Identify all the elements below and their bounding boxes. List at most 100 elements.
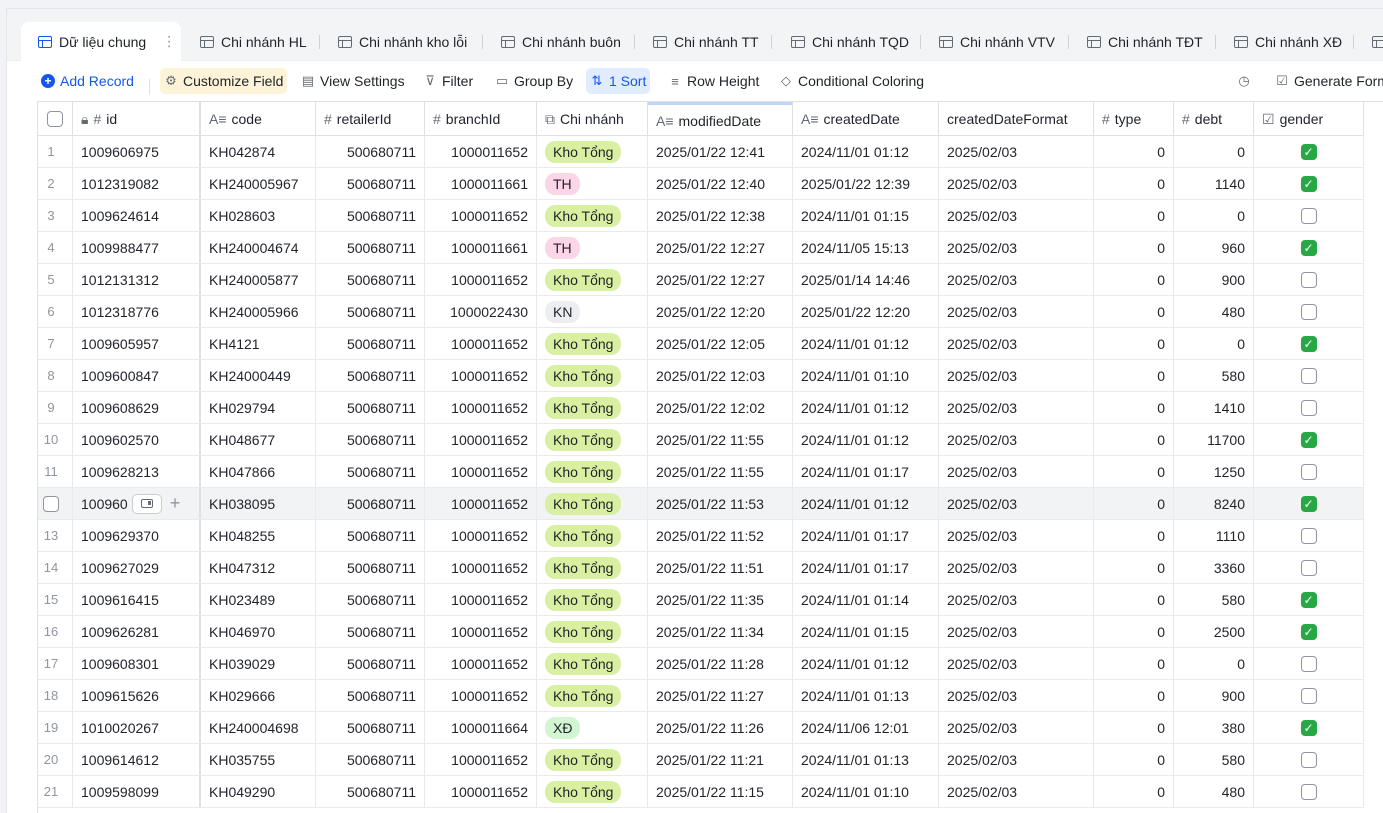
cell-branchid[interactable]: 1000011652 bbox=[425, 488, 537, 519]
cell-createddateformat[interactable]: 2025/02/03 bbox=[939, 744, 1094, 775]
cell-gender[interactable] bbox=[1254, 744, 1364, 775]
cell-branchid[interactable]: 1000011652 bbox=[425, 456, 537, 487]
cell-debt[interactable]: 11700 bbox=[1174, 424, 1254, 455]
cell-createddateformat[interactable]: 2025/02/03 bbox=[939, 712, 1094, 743]
generate-form-button[interactable]: ☑ Generate Form bbox=[1271, 68, 1383, 94]
cell-chi-nhanh[interactable]: Kho Tổng bbox=[537, 520, 648, 551]
cell-retailerid[interactable]: 500680711 bbox=[316, 488, 425, 519]
cell-code[interactable]: KH240004674 bbox=[201, 232, 316, 263]
unchecked-checkbox-icon[interactable] bbox=[1300, 207, 1317, 224]
cell-id[interactable]: 1009615626 bbox=[73, 680, 201, 711]
cell-debt[interactable]: 900 bbox=[1174, 680, 1254, 711]
cell-debt[interactable]: 0 bbox=[1174, 328, 1254, 359]
cell-code[interactable]: KH047866 bbox=[201, 456, 316, 487]
column-header-type[interactable]: # type bbox=[1094, 102, 1174, 136]
cell-code[interactable]: KH042874 bbox=[201, 136, 316, 167]
cell-modifieddate[interactable]: 2025/01/22 11:55 bbox=[648, 424, 793, 455]
unchecked-checkbox-icon[interactable] bbox=[1300, 399, 1317, 416]
cell-createddate[interactable]: 2024/11/01 01:17 bbox=[793, 456, 939, 487]
cell-createddate[interactable]: 2024/11/05 15:13 bbox=[793, 232, 939, 263]
cell-id[interactable]: 1009626281 bbox=[73, 616, 201, 647]
cell-modifieddate[interactable]: 2025/01/22 12:38 bbox=[648, 200, 793, 231]
cell-retailerid[interactable]: 500680711 bbox=[316, 520, 425, 551]
cell-code[interactable]: KH048255 bbox=[201, 520, 316, 551]
cell-branchid[interactable]: 1000011652 bbox=[425, 552, 537, 583]
tab-chi-nhanh-tqd[interactable]: Chi nhánh TQD bbox=[791, 22, 909, 61]
unchecked-checkbox-icon[interactable] bbox=[1300, 559, 1317, 576]
checked-checkbox-icon[interactable]: ✓ bbox=[1300, 591, 1317, 608]
table-row[interactable]: 1 1009606975 KH042874 500680711 1000011652 Kh… bbox=[38, 136, 1364, 168]
checked-checkbox-icon[interactable]: ✓ bbox=[1300, 719, 1317, 736]
table-row[interactable]: 7 1009605957 KH4121 500680711 1000011652 Kho … bbox=[38, 328, 1364, 360]
unchecked-checkbox-icon[interactable] bbox=[1300, 655, 1317, 672]
cell-gender[interactable] bbox=[1254, 264, 1364, 295]
table-row[interactable]: 20 1009614612 KH035755 500680711 1000011652 K… bbox=[38, 744, 1364, 776]
cell-modifieddate[interactable]: 2025/01/22 12:03 bbox=[648, 360, 793, 391]
cell-branchid[interactable]: 1000011652 bbox=[425, 776, 537, 807]
row-index[interactable]: 19 bbox=[38, 712, 73, 743]
cell-createddate[interactable]: 2025/01/14 14:46 bbox=[793, 264, 939, 295]
cell-gender[interactable] bbox=[1254, 520, 1364, 551]
cell-branchid[interactable]: 1000011652 bbox=[425, 360, 537, 391]
tab-chi-nhanh-vtv[interactable]: Chi nhánh VTV bbox=[939, 22, 1055, 61]
cell-code[interactable]: KH028603 bbox=[201, 200, 316, 231]
cell-debt[interactable]: 1410 bbox=[1174, 392, 1254, 423]
tab-chi-nhanh-tt[interactable]: Chi nhánh TT bbox=[653, 22, 759, 61]
cell-id[interactable]: 1009629370 bbox=[73, 520, 201, 551]
cell-chi-nhanh[interactable]: Kho Tổng bbox=[537, 360, 648, 391]
cell-createddateformat[interactable]: 2025/02/03 bbox=[939, 392, 1094, 423]
table-row[interactable]: 11 1009628213 KH047866 500680711 1000011652 K… bbox=[38, 456, 1364, 488]
cell-debt[interactable]: 480 bbox=[1174, 296, 1254, 327]
cell-retailerid[interactable]: 500680711 bbox=[316, 776, 425, 807]
cell-code[interactable]: KH029794 bbox=[201, 392, 316, 423]
cell-createddateformat[interactable]: 2025/02/03 bbox=[939, 424, 1094, 455]
cell-type[interactable]: 0 bbox=[1094, 744, 1174, 775]
table-row[interactable]: 19 1010020267 KH240004698 500680711 10000116… bbox=[38, 712, 1364, 744]
cell-type[interactable]: 0 bbox=[1094, 616, 1174, 647]
cell-gender[interactable]: ✓ bbox=[1254, 616, 1364, 647]
cell-retailerid[interactable]: 500680711 bbox=[316, 392, 425, 423]
column-header-debt[interactable]: # debt bbox=[1174, 102, 1254, 136]
row-index[interactable]: 20 bbox=[38, 744, 73, 775]
cell-createddate[interactable]: 2024/11/01 01:12 bbox=[793, 136, 939, 167]
cell-code[interactable]: KH240005967 bbox=[201, 168, 316, 199]
cell-debt[interactable]: 1140 bbox=[1174, 168, 1254, 199]
cell-modifieddate[interactable]: 2025/01/22 11:15 bbox=[648, 776, 793, 807]
row-height-button[interactable]: ≡ Row Height bbox=[664, 68, 763, 94]
unchecked-checkbox-icon[interactable] bbox=[1300, 367, 1317, 384]
column-header-chi-nhanh[interactable]: ⧉ Chi nhánh bbox=[537, 102, 648, 136]
cell-createddate[interactable]: 2024/11/01 01:13 bbox=[793, 744, 939, 775]
expand-record-icon[interactable] bbox=[131, 493, 162, 514]
cell-branchid[interactable]: 1000011652 bbox=[425, 424, 537, 455]
cell-gender[interactable] bbox=[1254, 392, 1364, 423]
row-index[interactable]: 8 bbox=[38, 360, 73, 391]
cell-type[interactable]: 0 bbox=[1094, 488, 1174, 519]
cell-id[interactable]: 1009600847 bbox=[73, 360, 201, 391]
table-row[interactable]: 16 1009626281 KH046970 500680711 1000011652 K… bbox=[38, 616, 1364, 648]
row-index[interactable]: 5 bbox=[38, 264, 73, 295]
tab-du-lieu-chung[interactable]: Dữ liệu chung ⋮ bbox=[21, 22, 181, 61]
cell-modifieddate[interactable]: 2025/01/22 11:51 bbox=[648, 552, 793, 583]
cell-code[interactable]: KH046970 bbox=[201, 616, 316, 647]
column-header-modifieddate[interactable]: A≡ modifiedDate bbox=[648, 102, 793, 136]
cell-retailerid[interactable]: 500680711 bbox=[316, 360, 425, 391]
cell-gender[interactable] bbox=[1254, 552, 1364, 583]
filter-button[interactable]: ⊽ Filter bbox=[419, 68, 477, 94]
cell-id[interactable]: 1009606975 bbox=[73, 136, 201, 167]
row-index[interactable]: 21 bbox=[38, 776, 73, 807]
cell-createddate[interactable]: 2024/11/01 01:12 bbox=[793, 392, 939, 423]
cell-retailerid[interactable]: 500680711 bbox=[316, 744, 425, 775]
cell-retailerid[interactable]: 500680711 bbox=[316, 552, 425, 583]
cell-type[interactable]: 0 bbox=[1094, 712, 1174, 743]
cell-createddateformat[interactable]: 2025/02/03 bbox=[939, 616, 1094, 647]
cell-createddate[interactable]: 2024/11/06 12:01 bbox=[793, 712, 939, 743]
cell-debt[interactable]: 960 bbox=[1174, 232, 1254, 263]
table-row[interactable]: 10 1009602570 KH048677 500680711 1000011652 K… bbox=[38, 424, 1364, 456]
view-settings-button[interactable]: ▤ View Settings bbox=[297, 68, 409, 94]
cell-type[interactable]: 0 bbox=[1094, 648, 1174, 679]
cell-retailerid[interactable]: 500680711 bbox=[316, 168, 425, 199]
cell-chi-nhanh[interactable]: Kho Tổng bbox=[537, 488, 648, 519]
sort-button[interactable]: ⇅ 1 Sort bbox=[586, 68, 651, 94]
cell-createddateformat[interactable]: 2025/02/03 bbox=[939, 520, 1094, 551]
cell-id[interactable]: 1009628213 bbox=[73, 456, 201, 487]
